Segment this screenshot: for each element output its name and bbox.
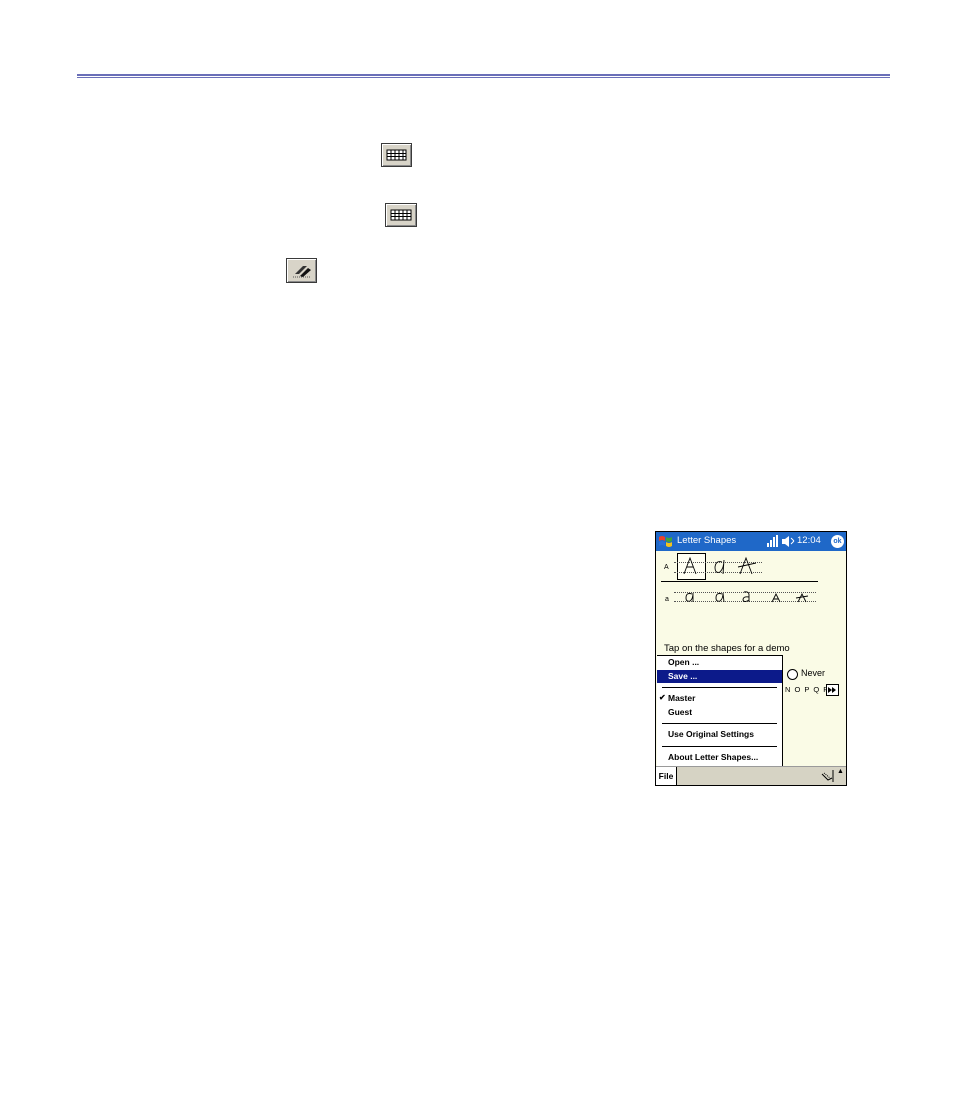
fast-forward-button[interactable]: [826, 684, 839, 696]
input-panel-icon[interactable]: [820, 770, 834, 782]
header-rule-thin: [77, 77, 890, 78]
demo-instruction: Tap on the shapes for a demo: [664, 643, 790, 654]
row-label-upper: A: [664, 564, 669, 571]
file-menu-button[interactable]: File: [656, 767, 677, 785]
menu-separator: [662, 723, 777, 724]
keyboard-icon: [385, 203, 417, 227]
pda-screen: Letter Shapes 12:04 ok A a Tap on the sh…: [655, 531, 847, 786]
never-label: Never: [801, 668, 826, 678]
signal-icon[interactable]: [766, 534, 778, 548]
checkmark-icon: ✔: [659, 693, 666, 702]
menu-item-open[interactable]: Open ...: [657, 656, 782, 669]
row-separator: [661, 581, 818, 582]
menu-item-about[interactable]: About Letter Shapes...: [657, 751, 782, 764]
clock[interactable]: 12:04: [797, 535, 821, 546]
lower-shapes[interactable]: [678, 588, 818, 606]
title-bar: Letter Shapes 12:04 ok: [656, 532, 846, 551]
windows-flag-icon[interactable]: [658, 534, 673, 549]
menu-item-save[interactable]: Save ...: [657, 670, 782, 683]
file-menu: Open ... Save ... ✔ Master Guest Use Orig…: [657, 655, 783, 766]
letter-navigator[interactable]: N O P Q R: [785, 685, 830, 694]
input-panel-arrow-icon[interactable]: ▲: [837, 768, 844, 775]
fast-forward-icon: [828, 687, 836, 693]
never-radio[interactable]: [787, 669, 798, 680]
speaker-icon[interactable]: [781, 535, 795, 548]
menu-separator: [662, 746, 777, 747]
header-rule: [77, 74, 890, 76]
keyboard-icon: [381, 143, 412, 167]
transcriber-icon: [286, 258, 317, 283]
menu-item-guest[interactable]: Guest: [657, 706, 782, 719]
command-bar: File ▲: [656, 766, 846, 785]
menu-item-use-original-settings[interactable]: Use Original Settings: [657, 728, 782, 741]
upper-shapes[interactable]: [678, 554, 768, 580]
menu-separator: [662, 687, 777, 688]
row-label-lower: a: [665, 596, 669, 603]
menu-item-master[interactable]: ✔ Master: [657, 692, 782, 705]
ok-button[interactable]: ok: [831, 535, 844, 548]
app-title: Letter Shapes: [677, 535, 737, 546]
